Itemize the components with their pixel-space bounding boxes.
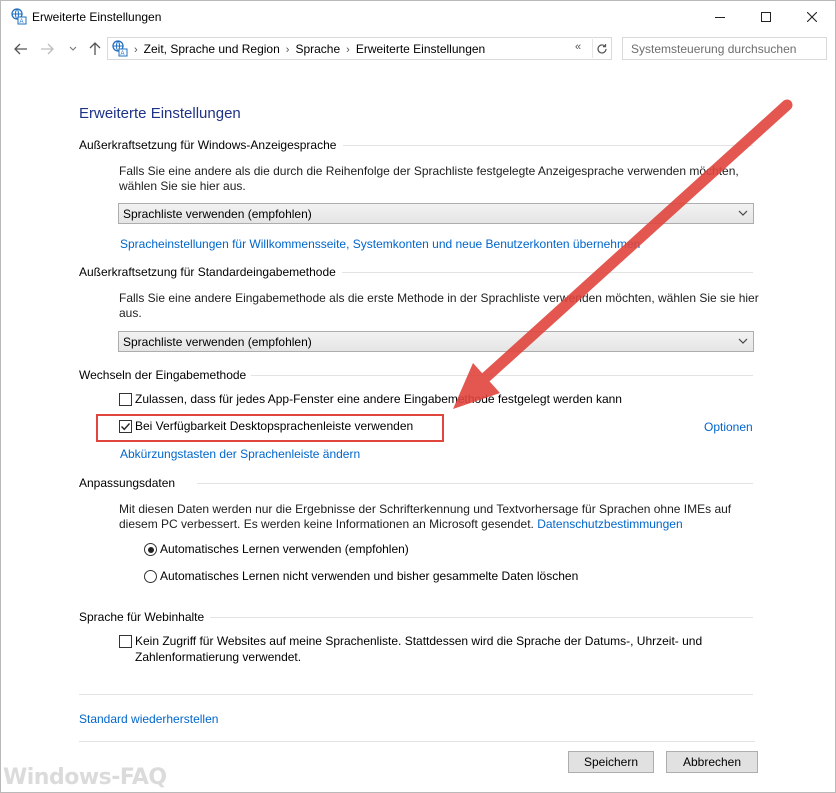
recent-locations-button[interactable]: [63, 39, 83, 59]
settings-window: A Erweiterte Einstellungen A › Zeit, Spr…: [0, 0, 836, 793]
address-overflow-icon[interactable]: «: [575, 41, 581, 53]
auto-learning-on-radio[interactable]: [144, 543, 157, 556]
forward-button[interactable]: [37, 39, 57, 59]
section-label-input-method: Außerkraftsetzung für Standardeingabemet…: [79, 265, 336, 279]
chevron-down-icon: [69, 46, 77, 51]
breadcrumb-item[interactable]: Zeit, Sprache und Region: [144, 42, 280, 56]
input-method-description: aus.: [119, 306, 142, 320]
cancel-button[interactable]: Abbrechen: [666, 751, 758, 773]
highlight-box: [96, 414, 444, 442]
personalization-description-text: diesem PC verbessert. Es werden keine In…: [119, 517, 534, 531]
footer-divider: [79, 741, 755, 742]
breadcrumb-item[interactable]: Sprache: [295, 42, 340, 56]
language-globe-icon: A: [11, 8, 27, 25]
auto-learning-off-label[interactable]: Automatisches Lernen nicht verwenden und…: [160, 568, 578, 584]
web-language-list-label[interactable]: Kein Zugriff für Websites auf meine Spra…: [135, 633, 702, 649]
section-divider: [79, 694, 753, 695]
arrow-right-icon: [41, 43, 54, 55]
svg-text:A: A: [20, 19, 24, 25]
breadcrumb: › Zeit, Sprache und Region › Sprache › Erweit…: [134, 42, 485, 56]
restore-defaults-link[interactable]: Standard wiederherstellen: [79, 712, 218, 726]
breadcrumb-separator[interactable]: ›: [286, 44, 290, 56]
breadcrumb-item[interactable]: Erweiterte Einstellungen: [356, 42, 485, 56]
auto-learning-off-radio[interactable]: [144, 570, 157, 583]
back-button[interactable]: [11, 39, 31, 59]
options-link[interactable]: Optionen: [704, 420, 753, 434]
refresh-button[interactable]: [592, 39, 611, 58]
privacy-link[interactable]: Datenschutzbestimmungen: [537, 517, 682, 531]
per-app-input-label[interactable]: Zulassen, dass für jedes App-Fenster ein…: [135, 391, 622, 407]
search-placeholder: Systemsteuerung durchsuchen: [631, 42, 797, 56]
personalization-description: diesem PC verbessert. Es werden keine In…: [119, 516, 683, 532]
per-app-input-checkbox[interactable]: [119, 393, 132, 406]
minimize-icon: [715, 16, 725, 18]
select-value: Sprachliste verwenden (empfohlen): [123, 335, 312, 349]
search-input[interactable]: Systemsteuerung durchsuchen: [622, 37, 827, 60]
select-value: Sprachliste verwenden (empfohlen): [123, 207, 312, 221]
maximize-button[interactable]: [743, 1, 789, 32]
address-bar[interactable]: A › Zeit, Sprache und Region › Sprache › Erwe…: [107, 37, 612, 60]
up-button[interactable]: [85, 39, 105, 59]
maximize-icon: [761, 11, 771, 22]
watermark: Windows-FAQ: [3, 765, 167, 790]
arrow-up-icon: [89, 42, 101, 55]
section-divider: [251, 375, 753, 376]
breadcrumb-separator[interactable]: ›: [346, 44, 350, 56]
web-language-list-checkbox[interactable]: [119, 635, 132, 648]
input-method-select[interactable]: Sprachliste verwenden (empfohlen): [118, 331, 754, 352]
minimize-button[interactable]: [697, 1, 743, 32]
close-icon: [807, 11, 817, 22]
section-divider: [342, 272, 753, 273]
personalization-description: Mit diesen Daten werden nur die Ergebnis…: [119, 502, 732, 516]
display-language-select[interactable]: Sprachliste verwenden (empfohlen): [118, 203, 754, 224]
chevron-down-icon: [738, 210, 748, 216]
language-globe-icon: A: [112, 40, 128, 57]
language-bar-hotkeys-link[interactable]: Abkürzungstasten der Sprachenleiste ände…: [120, 447, 360, 461]
navigation-bar: A › Zeit, Sprache und Region › Sprache › Erwe…: [1, 32, 835, 66]
section-label-web-content: Sprache für Webinhalte: [79, 610, 205, 624]
input-method-description: Falls Sie eine andere Eingabemethode als…: [119, 291, 759, 305]
auto-learning-on-label[interactable]: Automatisches Lernen verwenden (empfohle…: [160, 541, 409, 557]
arrow-left-icon: [14, 43, 27, 55]
section-label-personalization: Anpassungsdaten: [79, 476, 176, 490]
welcome-screen-settings-link[interactable]: Spracheinstellungen für Willkommensseite…: [120, 237, 640, 251]
display-language-description: Falls Sie eine andere als die durch die …: [119, 164, 739, 178]
breadcrumb-separator: ›: [134, 44, 138, 56]
section-label-display-language: Außerkraftsetzung für Windows-Anzeigespr…: [79, 138, 337, 152]
section-divider: [343, 145, 753, 146]
save-button[interactable]: Speichern: [568, 751, 654, 773]
display-language-description: wählen Sie sie hier aus.: [119, 179, 246, 193]
web-language-list-label[interactable]: Zahlenformatierung verwendet.: [135, 649, 301, 665]
title-bar: A Erweiterte Einstellungen: [1, 1, 835, 32]
svg-text:A: A: [121, 51, 125, 57]
refresh-icon: [597, 43, 607, 54]
window-title: Erweiterte Einstellungen: [32, 10, 162, 24]
close-button[interactable]: [789, 1, 835, 32]
page-title: Erweiterte Einstellungen: [79, 105, 241, 122]
section-label-switching: Wechseln der Eingabemethode: [79, 368, 247, 382]
section-divider: [197, 483, 753, 484]
section-divider: [210, 617, 753, 618]
chevron-down-icon: [738, 338, 748, 344]
